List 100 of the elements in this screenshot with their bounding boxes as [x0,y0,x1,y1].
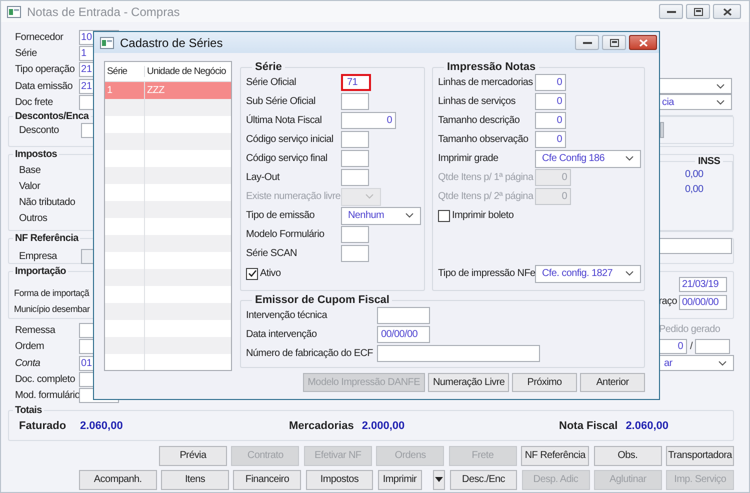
button-edge[interactable] [660,122,664,138]
column-header[interactable]: Série [105,66,145,77]
checkbox-label: Imprimir boleto [452,210,514,221]
dropdown[interactable]: Nenhum [341,206,421,224]
field-label: Linhas de serviços [438,96,516,107]
input-field[interactable] [341,93,369,110]
group-title: Totais [14,404,43,416]
group-title: Emissor de Cupom Fiscal [254,294,390,306]
action-button[interactable]: NF Referência [521,446,590,466]
group-title: Impostos [14,149,58,160]
field-label: Série Oficial [246,77,298,88]
field-label: Tipo de emissão [246,210,316,221]
checkbox[interactable] [246,268,258,280]
total-value: 2.060,00 [80,420,123,432]
field-label: Tamanho observação [438,134,530,145]
field-label: Lay-Out [246,172,281,183]
total-value: 2.060,00 [626,420,669,432]
action-button[interactable]: Impostos [306,470,374,490]
input-field[interactable]: 71 [341,74,371,91]
date-field[interactable]: 00/00/00 [679,294,727,310]
input-field[interactable] [695,339,730,354]
dropdown[interactable]: Cfe Config 186 [535,150,641,168]
dropdown-button[interactable] [433,470,446,490]
field-label: Qtde Itens p/ 2ª página [438,191,534,202]
dropdown[interactable] [658,78,732,94]
action-button[interactable]: Obs. [594,446,662,466]
field-label: Remessa [14,325,56,336]
input-field[interactable]: 0 [535,112,566,129]
table-cell-text: ZZZ [146,84,164,98]
action-button[interactable]: Financeiro [233,470,302,490]
field-label: Forma de importaçã [14,287,90,300]
input-field[interactable]: 0 [535,131,566,148]
field-label: Série SCAN [246,248,298,259]
tax-label: Outros [19,212,48,226]
input-field[interactable] [341,169,369,186]
field-label: Código serviço final [246,153,328,164]
group-title: INSS [697,156,722,168]
app-icon [100,36,114,48]
minimize-button[interactable] [575,35,599,50]
total-label: Mercadorias [289,420,354,432]
column-header[interactable]: Unidade de Negócio [145,66,226,77]
action-button[interactable]: Desc./Enc [450,470,518,490]
field-label: Desconto [18,125,60,136]
close-button[interactable] [713,4,741,19]
field-label: Ordem [14,341,46,352]
input-field[interactable] [341,226,369,243]
close-icon [722,8,732,16]
input-field[interactable] [341,150,369,167]
tax-value: 0,00 [685,168,704,182]
field-label: Série [14,48,38,59]
action-button[interactable]: Numeração Livre [428,373,509,392]
minimize-icon [666,10,676,13]
field-label: Tamanho descrição [438,115,521,126]
action-button[interactable]: Prévia [159,446,227,466]
field-label: Intervenção técnica [246,310,328,321]
minimize-button[interactable] [659,4,683,19]
field-label: Última Nota Fiscal [246,115,323,126]
total-label: Faturado [19,420,68,432]
input-field[interactable] [341,131,369,148]
field-label: Município desembar [14,303,90,316]
input-field[interactable] [377,307,430,324]
input-field[interactable] [341,245,369,262]
field-label: Doc frete [14,96,54,108]
window-title: Notas de Entrada - Compras [27,4,180,18]
close-button[interactable] [629,35,657,50]
input-field[interactable]: 0 [535,74,566,91]
dropdown[interactable]: cia [658,94,732,110]
field-label: Empresa [18,251,58,262]
restore-icon [694,8,702,16]
checkbox[interactable] [438,210,450,222]
action-button[interactable]: Anterior [580,373,645,392]
action-button[interactable]: Itens [161,470,229,490]
caret-icon [435,477,444,482]
field-label: Sub Série Oficial [246,96,316,107]
separator-text: / [690,341,692,352]
field-label: Data emissão [14,80,74,92]
total-label: Nota Fiscal [559,420,618,432]
action-button[interactable]: Imprimir [378,470,422,490]
close-icon [638,38,648,46]
field-label: Código serviço inicial [246,134,334,145]
maximize-button[interactable] [686,4,710,19]
input-field[interactable]: 00/00/00 [377,326,430,343]
maximize-button[interactable] [602,35,626,50]
input-field[interactable] [377,345,540,362]
field-label: Existe numeração livre [246,191,341,202]
field-label: Número de fabricação do ECF [246,348,374,359]
field-label: Qtde Itens p/ 1ª página [438,172,534,183]
date-field[interactable]: 21/03/19 [679,277,727,292]
action-button[interactable]: Próximo [512,373,577,392]
field-label: Doc. completo [14,374,76,386]
input-field[interactable] [659,238,732,254]
dropdown[interactable]: Cfe. config. 1827 [535,264,641,282]
group-title: Série [254,61,283,73]
group-title: Importação [14,266,67,278]
input-field[interactable]: 0 [535,93,566,110]
field-label: Conta [14,358,42,369]
action-button[interactable]: Transportadora [666,446,734,466]
input-field[interactable]: 0 [341,112,396,129]
action-button[interactable]: Acompanh. [79,470,157,490]
field-label: Modelo Formulário [246,229,326,240]
